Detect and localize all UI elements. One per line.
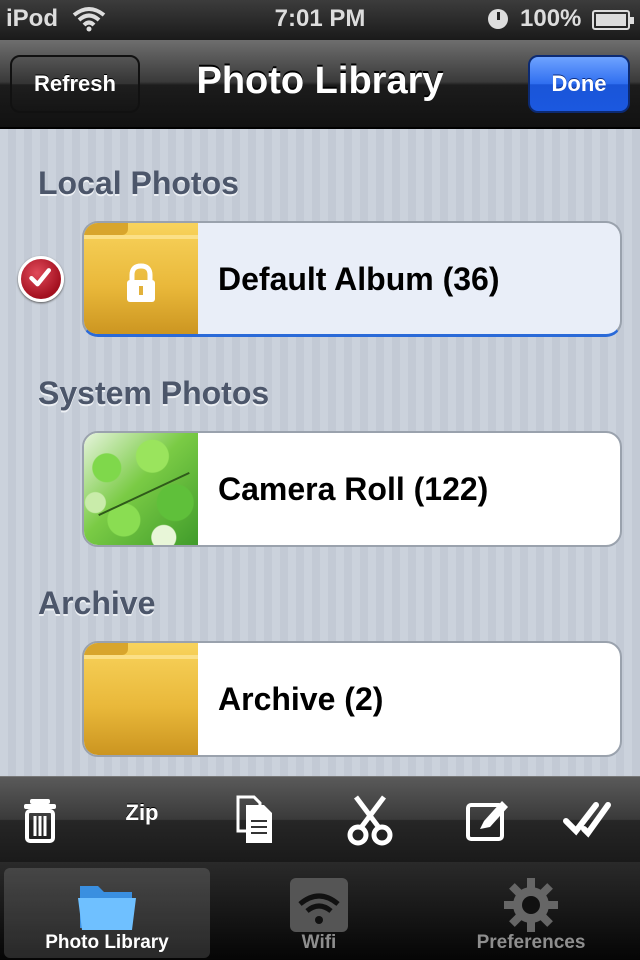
- selected-checkmark-icon: [18, 256, 64, 302]
- battery-icon: [592, 10, 634, 30]
- section-header-archive: Archive: [38, 585, 156, 621]
- action-toolbar: Zip: [0, 776, 640, 862]
- double-check-icon[interactable]: [558, 793, 618, 847]
- folder-icon: [78, 886, 136, 930]
- navigation-bar: Refresh Photo Library Done: [0, 40, 640, 128]
- album-list[interactable]: Local Photos Default Album (36) System P…: [0, 129, 640, 776]
- tab-photo-library[interactable]: Photo Library: [4, 868, 210, 958]
- status-bar: iPod 7:01 PM 100%: [0, 0, 640, 40]
- section-header-local-photos: Local Photos: [38, 165, 239, 201]
- camera-roll-thumbnail: [84, 433, 198, 545]
- trash-icon[interactable]: [10, 793, 70, 847]
- album-label: Camera Roll (122): [218, 471, 489, 507]
- tab-label: Photo Library: [45, 932, 169, 953]
- folder-icon: [84, 643, 198, 755]
- album-label: Archive (2): [218, 681, 384, 717]
- copy-icon[interactable]: [224, 793, 284, 847]
- wifi-icon: [290, 878, 348, 932]
- scissors-icon[interactable]: [340, 793, 400, 847]
- album-archive[interactable]: Archive (2): [82, 641, 622, 757]
- tab-wifi[interactable]: Wifi: [216, 868, 422, 958]
- tab-preferences[interactable]: Preferences: [428, 868, 634, 958]
- album-camera-roll[interactable]: Camera Roll (122): [82, 431, 622, 547]
- battery-percentage: 100%: [520, 5, 582, 32]
- done-button[interactable]: Done: [528, 55, 630, 113]
- locked-folder-icon: [84, 223, 198, 334]
- orientation-lock-icon: [488, 9, 508, 29]
- tab-label: Preferences: [476, 932, 586, 953]
- album-label: Default Album (36): [218, 261, 500, 297]
- edit-icon[interactable]: [456, 793, 516, 847]
- album-default[interactable]: Default Album (36): [82, 221, 622, 337]
- padlock-icon: [127, 263, 155, 302]
- zip-button[interactable]: Zip: [112, 793, 172, 847]
- section-header-system-photos: System Photos: [38, 375, 270, 411]
- tab-bar: Photo Library Wifi Preferences: [0, 862, 640, 960]
- gear-icon: [504, 878, 558, 932]
- tab-label: Wifi: [301, 932, 337, 953]
